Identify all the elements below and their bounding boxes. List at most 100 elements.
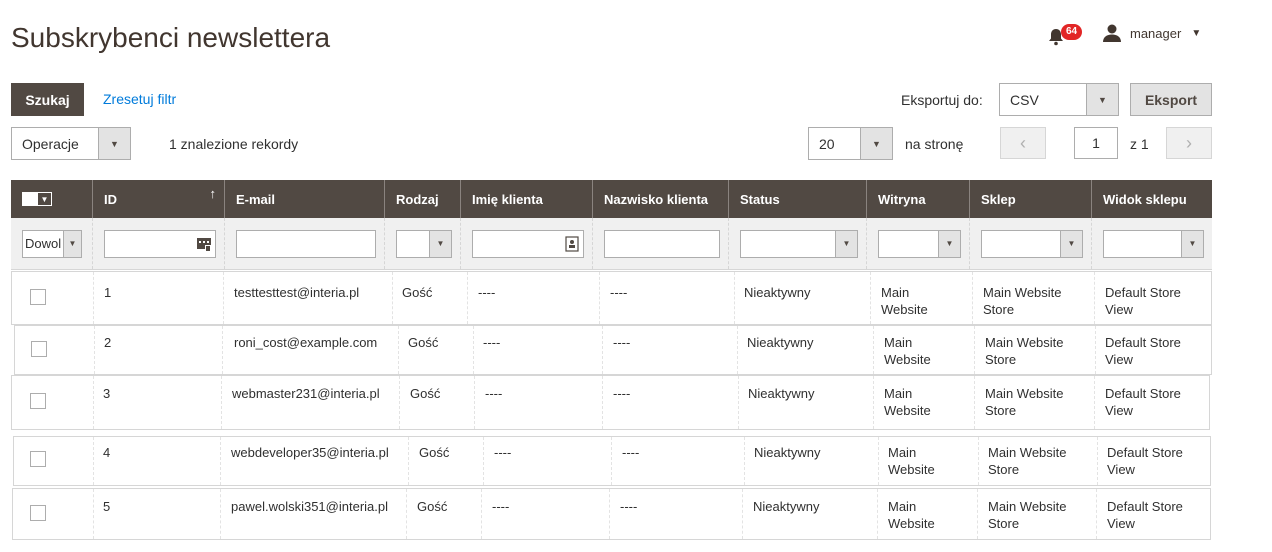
page-number-input[interactable]: 1: [1074, 127, 1118, 159]
previous-page-button[interactable]: ‹: [1000, 127, 1046, 159]
id-cell: 5: [103, 499, 111, 514]
column-header-store-view[interactable]: Widok sklepu: [1091, 180, 1212, 218]
export-format-select[interactable]: CSV ▼: [999, 83, 1119, 116]
notifications-button[interactable]: 64: [1047, 24, 1087, 48]
chevron-left-icon: ‹: [1020, 132, 1026, 153]
status-cell: Nieaktywny: [747, 335, 814, 350]
store-cell: Main Website Store: [988, 445, 1067, 477]
page-title: Subskrybenci newslettera: [11, 22, 331, 53]
reset-filter-link[interactable]: Zresetuj filtr: [103, 91, 176, 107]
table-row[interactable]: 3 webmaster231@interia.pl Gość ---- ----…: [11, 375, 1210, 430]
mass-select-header: ▼: [11, 180, 92, 218]
status-filter-select[interactable]: ▼: [740, 229, 858, 258]
email-cell: roni_cost@example.com: [234, 335, 378, 350]
chevron-down-icon: ▼: [1060, 230, 1082, 257]
last-name-cell: ----: [620, 499, 638, 514]
website-cell: Main Website: [884, 335, 931, 367]
last-name-cell: ----: [610, 285, 628, 300]
id-cell: 1: [104, 285, 112, 300]
type-cell: Gość: [419, 445, 450, 460]
website-cell: Main Website: [881, 285, 928, 317]
status-cell: Nieaktywny: [748, 386, 815, 401]
email-cell: webdeveloper35@interia.pl: [231, 445, 389, 460]
page-total: z 1: [1130, 136, 1149, 152]
store-view-cell: Default Store View: [1107, 499, 1183, 531]
row-checkbox[interactable]: [30, 393, 46, 409]
chevron-down-icon: ▼: [860, 128, 892, 159]
chevron-down-icon: ▼: [429, 230, 451, 257]
user-name: manager: [1130, 25, 1182, 41]
actions-select[interactable]: Operacje ▼: [11, 127, 131, 160]
store-cell: Main Website Store: [985, 386, 1064, 418]
column-header-first-name[interactable]: Imię klienta: [460, 180, 592, 218]
per-page-select[interactable]: 20 ▼: [808, 127, 893, 160]
table-row[interactable]: 1 testtesttest@interia.pl Gość ---- ----…: [11, 271, 1212, 325]
next-page-button[interactable]: ›: [1166, 127, 1212, 159]
email-cell: testtesttest@interia.pl: [234, 285, 360, 300]
status-cell: Nieaktywny: [744, 285, 811, 300]
search-button[interactable]: Szukaj: [11, 83, 84, 116]
store-filter-select[interactable]: ▼: [981, 229, 1083, 258]
store-view-cell: Default Store View: [1105, 335, 1181, 367]
column-header-status[interactable]: Status: [728, 180, 866, 218]
subscribers-grid: ▼ ID ↑ E-mail Rodzaj Imię klienta Nazwis…: [11, 180, 1212, 270]
per-page-value: 20: [819, 135, 835, 152]
website-cell: Main Website: [884, 386, 931, 418]
type-cell: Gość: [402, 285, 433, 300]
website-cell: Main Website: [888, 499, 935, 531]
chevron-down-icon: ▼: [938, 230, 960, 257]
website-cell: Main Website: [888, 445, 935, 477]
column-header-type[interactable]: Rodzaj: [384, 180, 460, 218]
row-checkbox[interactable]: [30, 505, 46, 521]
table-row[interactable]: 5 pawel.wolski351@interia.pl Gość ---- -…: [12, 488, 1211, 540]
chevron-down-icon: ▼: [1086, 84, 1118, 115]
store-view-cell: Default Store View: [1105, 386, 1181, 418]
notification-count-badge: 64: [1061, 24, 1083, 40]
id-cell: 3: [103, 386, 111, 401]
contact-card-icon: [565, 235, 579, 252]
first-name-cell: ----: [483, 335, 501, 350]
status-cell: Nieaktywny: [754, 445, 821, 460]
export-button[interactable]: Eksport: [1130, 83, 1212, 116]
chevron-down-icon: ▼: [1181, 230, 1203, 257]
first-name-filter-input[interactable]: [472, 229, 584, 258]
actions-select-value: Operacje: [22, 135, 79, 152]
column-header-store[interactable]: Sklep: [969, 180, 1091, 218]
column-header-website[interactable]: Witryna: [866, 180, 969, 218]
column-header-id[interactable]: ID ↑: [92, 180, 224, 218]
table-row[interactable]: 2 roni_cost@example.com Gość ---- ---- N…: [14, 325, 1212, 375]
first-name-cell: ----: [492, 499, 510, 514]
user-icon: [1103, 24, 1121, 42]
id-cell: 2: [104, 335, 112, 350]
type-filter-select[interactable]: ▼: [396, 229, 452, 258]
last-name-cell: ----: [622, 445, 640, 460]
chevron-down-icon: ▼: [1191, 27, 1202, 39]
column-header-last-name[interactable]: Nazwisko klienta: [592, 180, 728, 218]
last-name-filter-input[interactable]: [604, 229, 720, 258]
mass-select-filter[interactable]: Dowol ▼: [22, 229, 82, 258]
row-checkbox[interactable]: [30, 289, 46, 305]
store-view-filter-select[interactable]: ▼: [1103, 229, 1204, 258]
chevron-down-icon: ▼: [37, 193, 51, 205]
store-cell: Main Website Store: [983, 285, 1062, 317]
email-cell: webmaster231@interia.pl: [232, 386, 380, 401]
type-cell: Gość: [408, 335, 439, 350]
mass-select-control[interactable]: ▼: [22, 192, 52, 206]
first-name-cell: ----: [485, 386, 503, 401]
export-label: Eksportuj do:: [901, 92, 983, 108]
row-checkbox[interactable]: [31, 341, 47, 357]
user-menu[interactable]: manager ▼: [1102, 24, 1201, 42]
id-cell: 4: [103, 445, 111, 460]
chevron-down-icon: ▼: [63, 230, 81, 257]
type-cell: Gość: [410, 386, 441, 401]
table-row[interactable]: 4 webdeveloper35@interia.pl Gość ---- --…: [13, 436, 1211, 486]
status-cell: Nieaktywny: [753, 499, 820, 514]
store-cell: Main Website Store: [985, 335, 1064, 367]
filter-row: Dowol ▼ ▼ ▼ ▼ ▼ ▼: [11, 218, 1212, 270]
store-view-cell: Default Store View: [1107, 445, 1183, 477]
id-filter-input[interactable]: [104, 229, 216, 258]
website-filter-select[interactable]: ▼: [878, 229, 961, 258]
column-header-email[interactable]: E-mail: [224, 180, 384, 218]
row-checkbox[interactable]: [30, 451, 46, 467]
email-filter-input[interactable]: [236, 229, 376, 258]
